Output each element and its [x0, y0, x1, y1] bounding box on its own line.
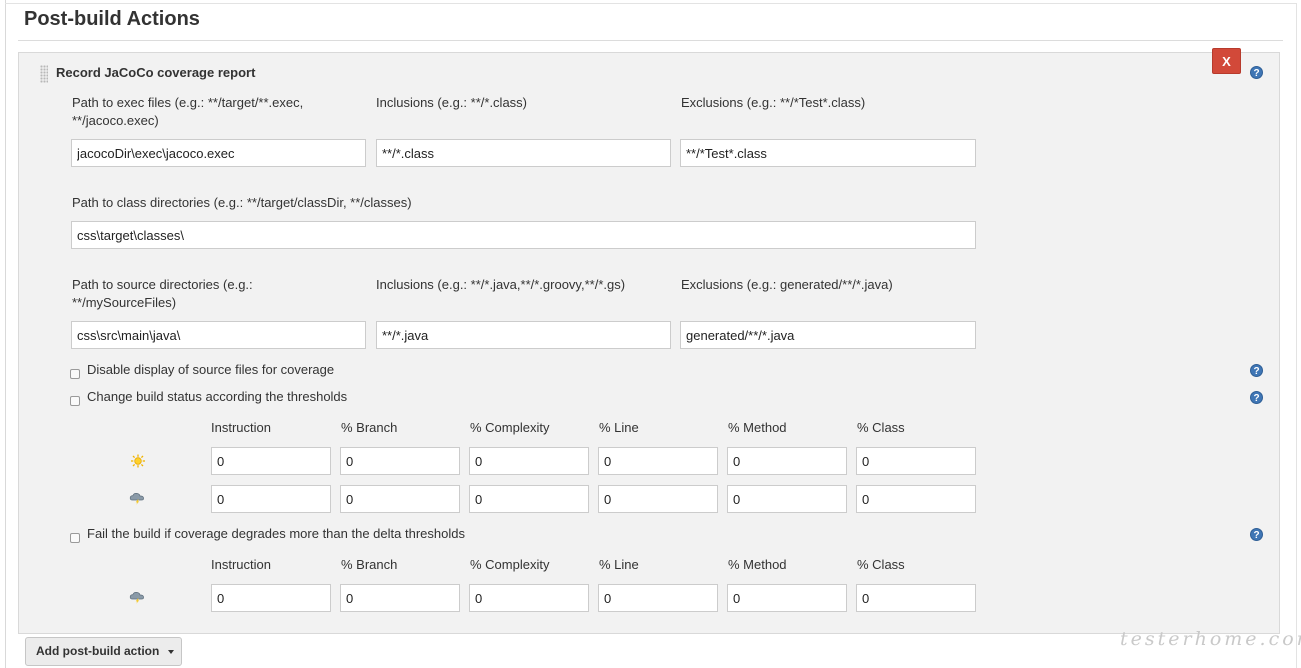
delta-branch-input[interactable] [340, 584, 460, 612]
disable-source-label: Disable display of source files for cove… [87, 362, 335, 377]
help-icon[interactable]: ? [1250, 66, 1263, 79]
help-icon[interactable]: ? [1250, 391, 1263, 404]
sunny-branch-input[interactable] [340, 447, 460, 475]
delta-column-header: % Line [599, 557, 639, 572]
page-left-border [5, 0, 6, 668]
change-status-checkbox[interactable] [70, 396, 80, 406]
exec-inclusions-input[interactable] [376, 139, 671, 167]
delta-complexity-input[interactable] [469, 584, 589, 612]
stormy-line-input[interactable] [598, 485, 718, 513]
stormy-method-input[interactable] [727, 485, 847, 513]
delta-class-input[interactable] [856, 584, 976, 612]
help-icon[interactable]: ? [1250, 528, 1263, 541]
exec-inclusions-label: Inclusions (e.g.: **/*.class) [376, 95, 528, 110]
source-exclusions-input[interactable] [680, 321, 976, 349]
source-path-input[interactable] [71, 321, 366, 349]
caret-down-icon [168, 650, 174, 654]
threshold-column-header: % Line [599, 420, 639, 435]
section-title: Post-build Actions [24, 8, 200, 30]
stormy-instruction-input[interactable] [211, 485, 331, 513]
sunny-line-input[interactable] [598, 447, 718, 475]
sunny-class-input[interactable] [856, 447, 976, 475]
exec-path-label: Path to exec files (e.g.: **/target/**.e… [72, 95, 304, 128]
change-status-label: Change build status according the thresh… [87, 389, 348, 404]
threshold-column-header: Instruction [211, 420, 271, 435]
section-divider [18, 40, 1283, 41]
delta-column-header: % Method [728, 557, 787, 572]
sunny-instruction-input[interactable] [211, 447, 331, 475]
source-exclusions-label: Exclusions (e.g.: generated/**/*.java) [681, 277, 893, 292]
threshold-column-header: % Branch [341, 420, 398, 435]
stormy-weather-icon [129, 592, 144, 604]
source-path-label: Path to source directories (e.g.: **/myS… [72, 277, 253, 310]
delta-column-header: Instruction [211, 557, 271, 572]
exec-exclusions-input[interactable] [680, 139, 976, 167]
source-inclusions-label: Inclusions (e.g.: **/*.java,**/*.groovy,… [376, 277, 626, 292]
delta-line-input[interactable] [598, 584, 718, 612]
stormy-weather-icon [129, 493, 144, 505]
stormy-class-input[interactable] [856, 485, 976, 513]
panel-title: Record JaCoCo coverage report [56, 65, 256, 80]
page-top-border [5, 3, 1297, 4]
add-post-build-action-label: Add post-build action [36, 644, 160, 658]
drag-handle[interactable] [40, 65, 48, 83]
sunny-weather-icon [131, 454, 145, 468]
stormy-branch-input[interactable] [340, 485, 460, 513]
page-right-border [1296, 3, 1297, 668]
threshold-column-header: % Method [728, 420, 787, 435]
class-dirs-input[interactable] [71, 221, 976, 249]
sunny-method-input[interactable] [727, 447, 847, 475]
source-inclusions-input[interactable] [376, 321, 671, 349]
delete-step-button[interactable]: X [1212, 48, 1241, 74]
delta-column-header: % Class [857, 557, 905, 572]
watermark: testerhome.com [1120, 628, 1301, 650]
delta-method-input[interactable] [727, 584, 847, 612]
add-post-build-action-button[interactable]: Add post-build action [25, 637, 182, 666]
exec-path-input[interactable] [71, 139, 366, 167]
delta-column-header: % Complexity [470, 557, 550, 572]
sunny-complexity-input[interactable] [469, 447, 589, 475]
threshold-column-header: % Class [857, 420, 905, 435]
disable-source-checkbox[interactable] [70, 369, 80, 379]
class-dirs-label: Path to class directories (e.g.: **/targ… [72, 195, 412, 210]
threshold-column-header: % Complexity [470, 420, 550, 435]
exec-exclusions-label: Exclusions (e.g.: **/*Test*.class) [681, 95, 866, 110]
help-icon[interactable]: ? [1250, 364, 1263, 377]
stormy-complexity-input[interactable] [469, 485, 589, 513]
fail-build-checkbox[interactable] [70, 533, 80, 543]
fail-build-label: Fail the build if coverage degrades more… [87, 526, 465, 541]
delta-instruction-input[interactable] [211, 584, 331, 612]
delta-column-header: % Branch [341, 557, 398, 572]
